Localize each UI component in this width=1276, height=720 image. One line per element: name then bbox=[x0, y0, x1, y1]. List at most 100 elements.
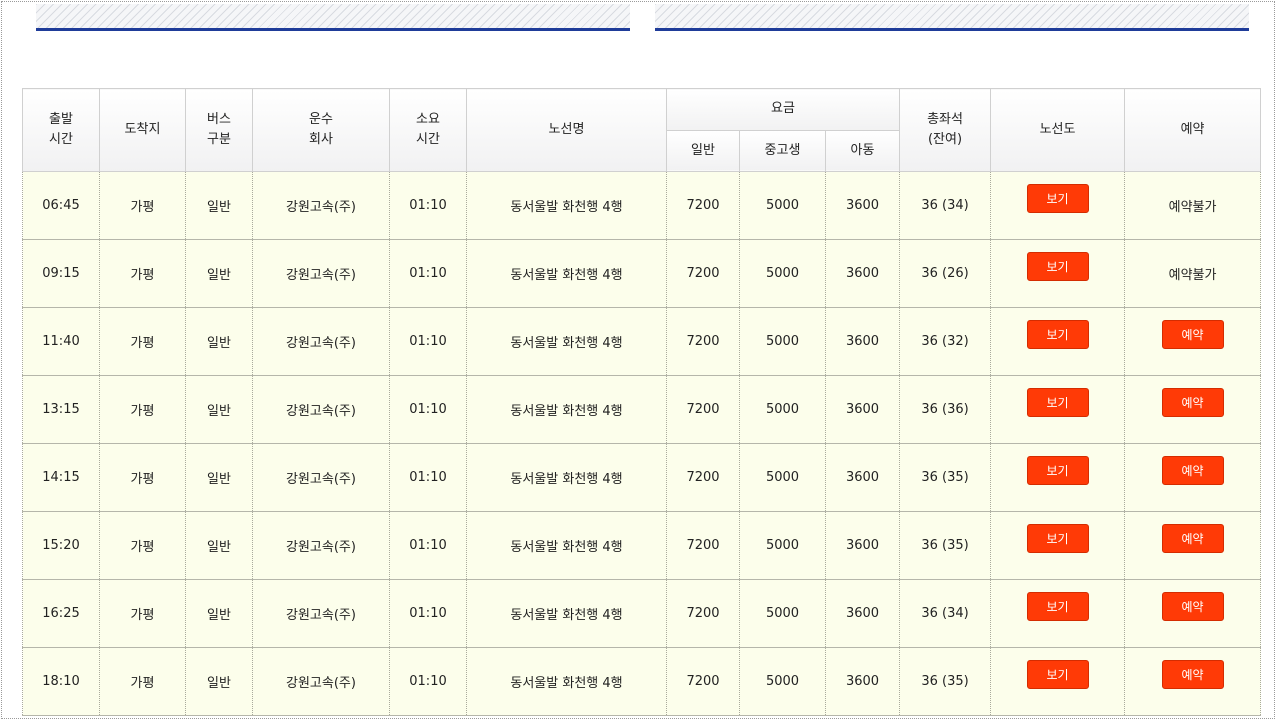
cell-fare-child: 3600 bbox=[824, 375, 901, 444]
cell-reserve: 예약불가 bbox=[1124, 239, 1262, 308]
cell-duration: 01:10 bbox=[389, 239, 467, 308]
reserve-button[interactable]: 예약 bbox=[1161, 524, 1224, 553]
cell-reserve: 예약불가 bbox=[1124, 171, 1262, 240]
cell-bus-type: 일반 bbox=[185, 171, 253, 240]
cell-fare-youth: 5000 bbox=[739, 239, 826, 308]
reserve-button[interactable]: 예약 bbox=[1161, 592, 1224, 621]
cell-duration: 01:10 bbox=[389, 443, 467, 512]
cell-company: 강원고속(주) bbox=[252, 511, 390, 580]
cell-fare-youth: 5000 bbox=[739, 171, 826, 240]
header-route: 노선명 bbox=[466, 88, 667, 172]
cell-fare-general: 7200 bbox=[666, 307, 740, 376]
table-row: 18:10 가평 일반 강원고속(주) 01:10 동서울발 화천행 4행 72… bbox=[22, 647, 1262, 716]
cell-company: 강원고속(주) bbox=[252, 647, 390, 716]
cell-route-map: 보기 bbox=[990, 647, 1126, 716]
cell-company: 강원고속(주) bbox=[252, 579, 390, 648]
cell-fare-general: 7200 bbox=[666, 579, 740, 648]
cell-fare-youth: 5000 bbox=[739, 511, 826, 580]
cell-duration: 01:10 bbox=[389, 579, 467, 648]
tab-left[interactable] bbox=[36, 4, 630, 31]
view-route-map-button[interactable]: 보기 bbox=[1026, 252, 1089, 281]
reserve-button[interactable]: 예약 bbox=[1161, 456, 1224, 485]
cell-route-map: 보기 bbox=[990, 511, 1126, 580]
cell-duration: 01:10 bbox=[389, 511, 467, 580]
cell-departure-time: 11:40 bbox=[22, 307, 100, 376]
cell-route: 동서울발 화천행 4행 bbox=[466, 443, 667, 512]
cell-bus-type: 일반 bbox=[185, 579, 253, 648]
cell-departure-time: 14:15 bbox=[22, 443, 100, 512]
view-route-map-button[interactable]: 보기 bbox=[1026, 524, 1089, 553]
cell-bus-type: 일반 bbox=[185, 375, 253, 444]
cell-fare-general: 7200 bbox=[666, 511, 740, 580]
cell-fare-child: 3600 bbox=[824, 171, 901, 240]
cell-route: 동서울발 화천행 4행 bbox=[466, 511, 667, 580]
cell-route-map: 보기 bbox=[990, 579, 1126, 648]
cell-fare-general: 7200 bbox=[666, 375, 740, 444]
header-company: 운수 회사 bbox=[252, 88, 390, 172]
cell-fare-child: 3600 bbox=[824, 443, 901, 512]
cell-departure-time: 09:15 bbox=[22, 239, 100, 308]
cell-company: 강원고속(주) bbox=[252, 375, 390, 444]
cell-reserve: 예약 bbox=[1124, 579, 1262, 648]
view-route-map-button[interactable]: 보기 bbox=[1026, 320, 1089, 349]
reserve-button[interactable]: 예약 bbox=[1161, 320, 1224, 349]
cell-company: 강원고속(주) bbox=[252, 171, 390, 240]
table-row: 14:15 가평 일반 강원고속(주) 01:10 동서울발 화천행 4행 72… bbox=[22, 443, 1262, 512]
cell-departure-time: 18:10 bbox=[22, 647, 100, 716]
cell-route-map: 보기 bbox=[990, 239, 1126, 308]
view-route-map-button[interactable]: 보기 bbox=[1026, 660, 1089, 689]
cell-fare-youth: 5000 bbox=[739, 443, 826, 512]
cell-seats: 36 (26) bbox=[899, 239, 992, 308]
cell-duration: 01:10 bbox=[389, 171, 467, 240]
cell-seats: 36 (35) bbox=[899, 443, 992, 512]
cell-bus-type: 일반 bbox=[185, 239, 253, 308]
header-bus-type: 버스 구분 bbox=[185, 88, 253, 172]
table-row: 06:45 가평 일반 강원고속(주) 01:10 동서울발 화천행 4행 72… bbox=[22, 171, 1262, 240]
bus-schedule-table: 출발 시간 도착지 버스 구분 운수 회사 소요 시간 노선명 요금 총좌석 (잔여) 노… bbox=[22, 88, 1262, 716]
cell-fare-child: 3600 bbox=[824, 239, 901, 308]
view-route-map-button[interactable]: 보기 bbox=[1026, 184, 1089, 213]
cell-fare-general: 7200 bbox=[666, 647, 740, 716]
cell-fare-youth: 5000 bbox=[739, 307, 826, 376]
view-route-map-button[interactable]: 보기 bbox=[1026, 592, 1089, 621]
header-destination: 도착지 bbox=[99, 88, 186, 172]
tab-right[interactable] bbox=[655, 4, 1249, 31]
cell-seats: 36 (35) bbox=[899, 647, 992, 716]
cell-departure-time: 15:20 bbox=[22, 511, 100, 580]
cell-departure-time: 16:25 bbox=[22, 579, 100, 648]
cell-route-map: 보기 bbox=[990, 307, 1126, 376]
cell-reserve: 예약 bbox=[1124, 375, 1262, 444]
cell-bus-type: 일반 bbox=[185, 511, 253, 580]
cell-destination: 가평 bbox=[99, 239, 186, 308]
reserve-button[interactable]: 예약 bbox=[1161, 388, 1224, 417]
cell-fare-general: 7200 bbox=[666, 443, 740, 512]
cell-route-map: 보기 bbox=[990, 375, 1126, 444]
header-fare-child: 아동 bbox=[824, 129, 901, 172]
cell-seats: 36 (34) bbox=[899, 579, 992, 648]
cell-company: 강원고속(주) bbox=[252, 307, 390, 376]
cell-fare-general: 7200 bbox=[666, 171, 740, 240]
table-row: 16:25 가평 일반 강원고속(주) 01:10 동서울발 화천행 4행 72… bbox=[22, 579, 1262, 648]
cell-seats: 36 (36) bbox=[899, 375, 992, 444]
header-fare: 요금 bbox=[665, 88, 901, 131]
reserve-button[interactable]: 예약 bbox=[1161, 660, 1224, 689]
table-row: 13:15 가평 일반 강원고속(주) 01:10 동서울발 화천행 4행 72… bbox=[22, 375, 1262, 444]
cell-seats: 36 (34) bbox=[899, 171, 992, 240]
cell-fare-youth: 5000 bbox=[739, 579, 826, 648]
cell-company: 강원고속(주) bbox=[252, 239, 390, 308]
header-seats: 총좌석 (잔여) bbox=[899, 88, 992, 172]
cell-bus-type: 일반 bbox=[185, 647, 253, 716]
header-route-map: 노선도 bbox=[990, 88, 1126, 172]
cell-reserve: 예약 bbox=[1124, 307, 1262, 376]
view-route-map-button[interactable]: 보기 bbox=[1026, 456, 1089, 485]
header-fare-youth: 중고생 bbox=[739, 129, 826, 172]
reservation-unavailable-text: 예약불가 bbox=[1168, 200, 1217, 215]
table-row: 15:20 가평 일반 강원고속(주) 01:10 동서울발 화천행 4행 72… bbox=[22, 511, 1262, 580]
cell-route: 동서울발 화천행 4행 bbox=[466, 375, 667, 444]
header-duration: 소요 시간 bbox=[389, 88, 467, 172]
cell-departure-time: 06:45 bbox=[22, 171, 100, 240]
cell-route-map: 보기 bbox=[990, 171, 1126, 240]
cell-fare-youth: 5000 bbox=[739, 375, 826, 444]
view-route-map-button[interactable]: 보기 bbox=[1026, 388, 1089, 417]
cell-destination: 가평 bbox=[99, 307, 186, 376]
